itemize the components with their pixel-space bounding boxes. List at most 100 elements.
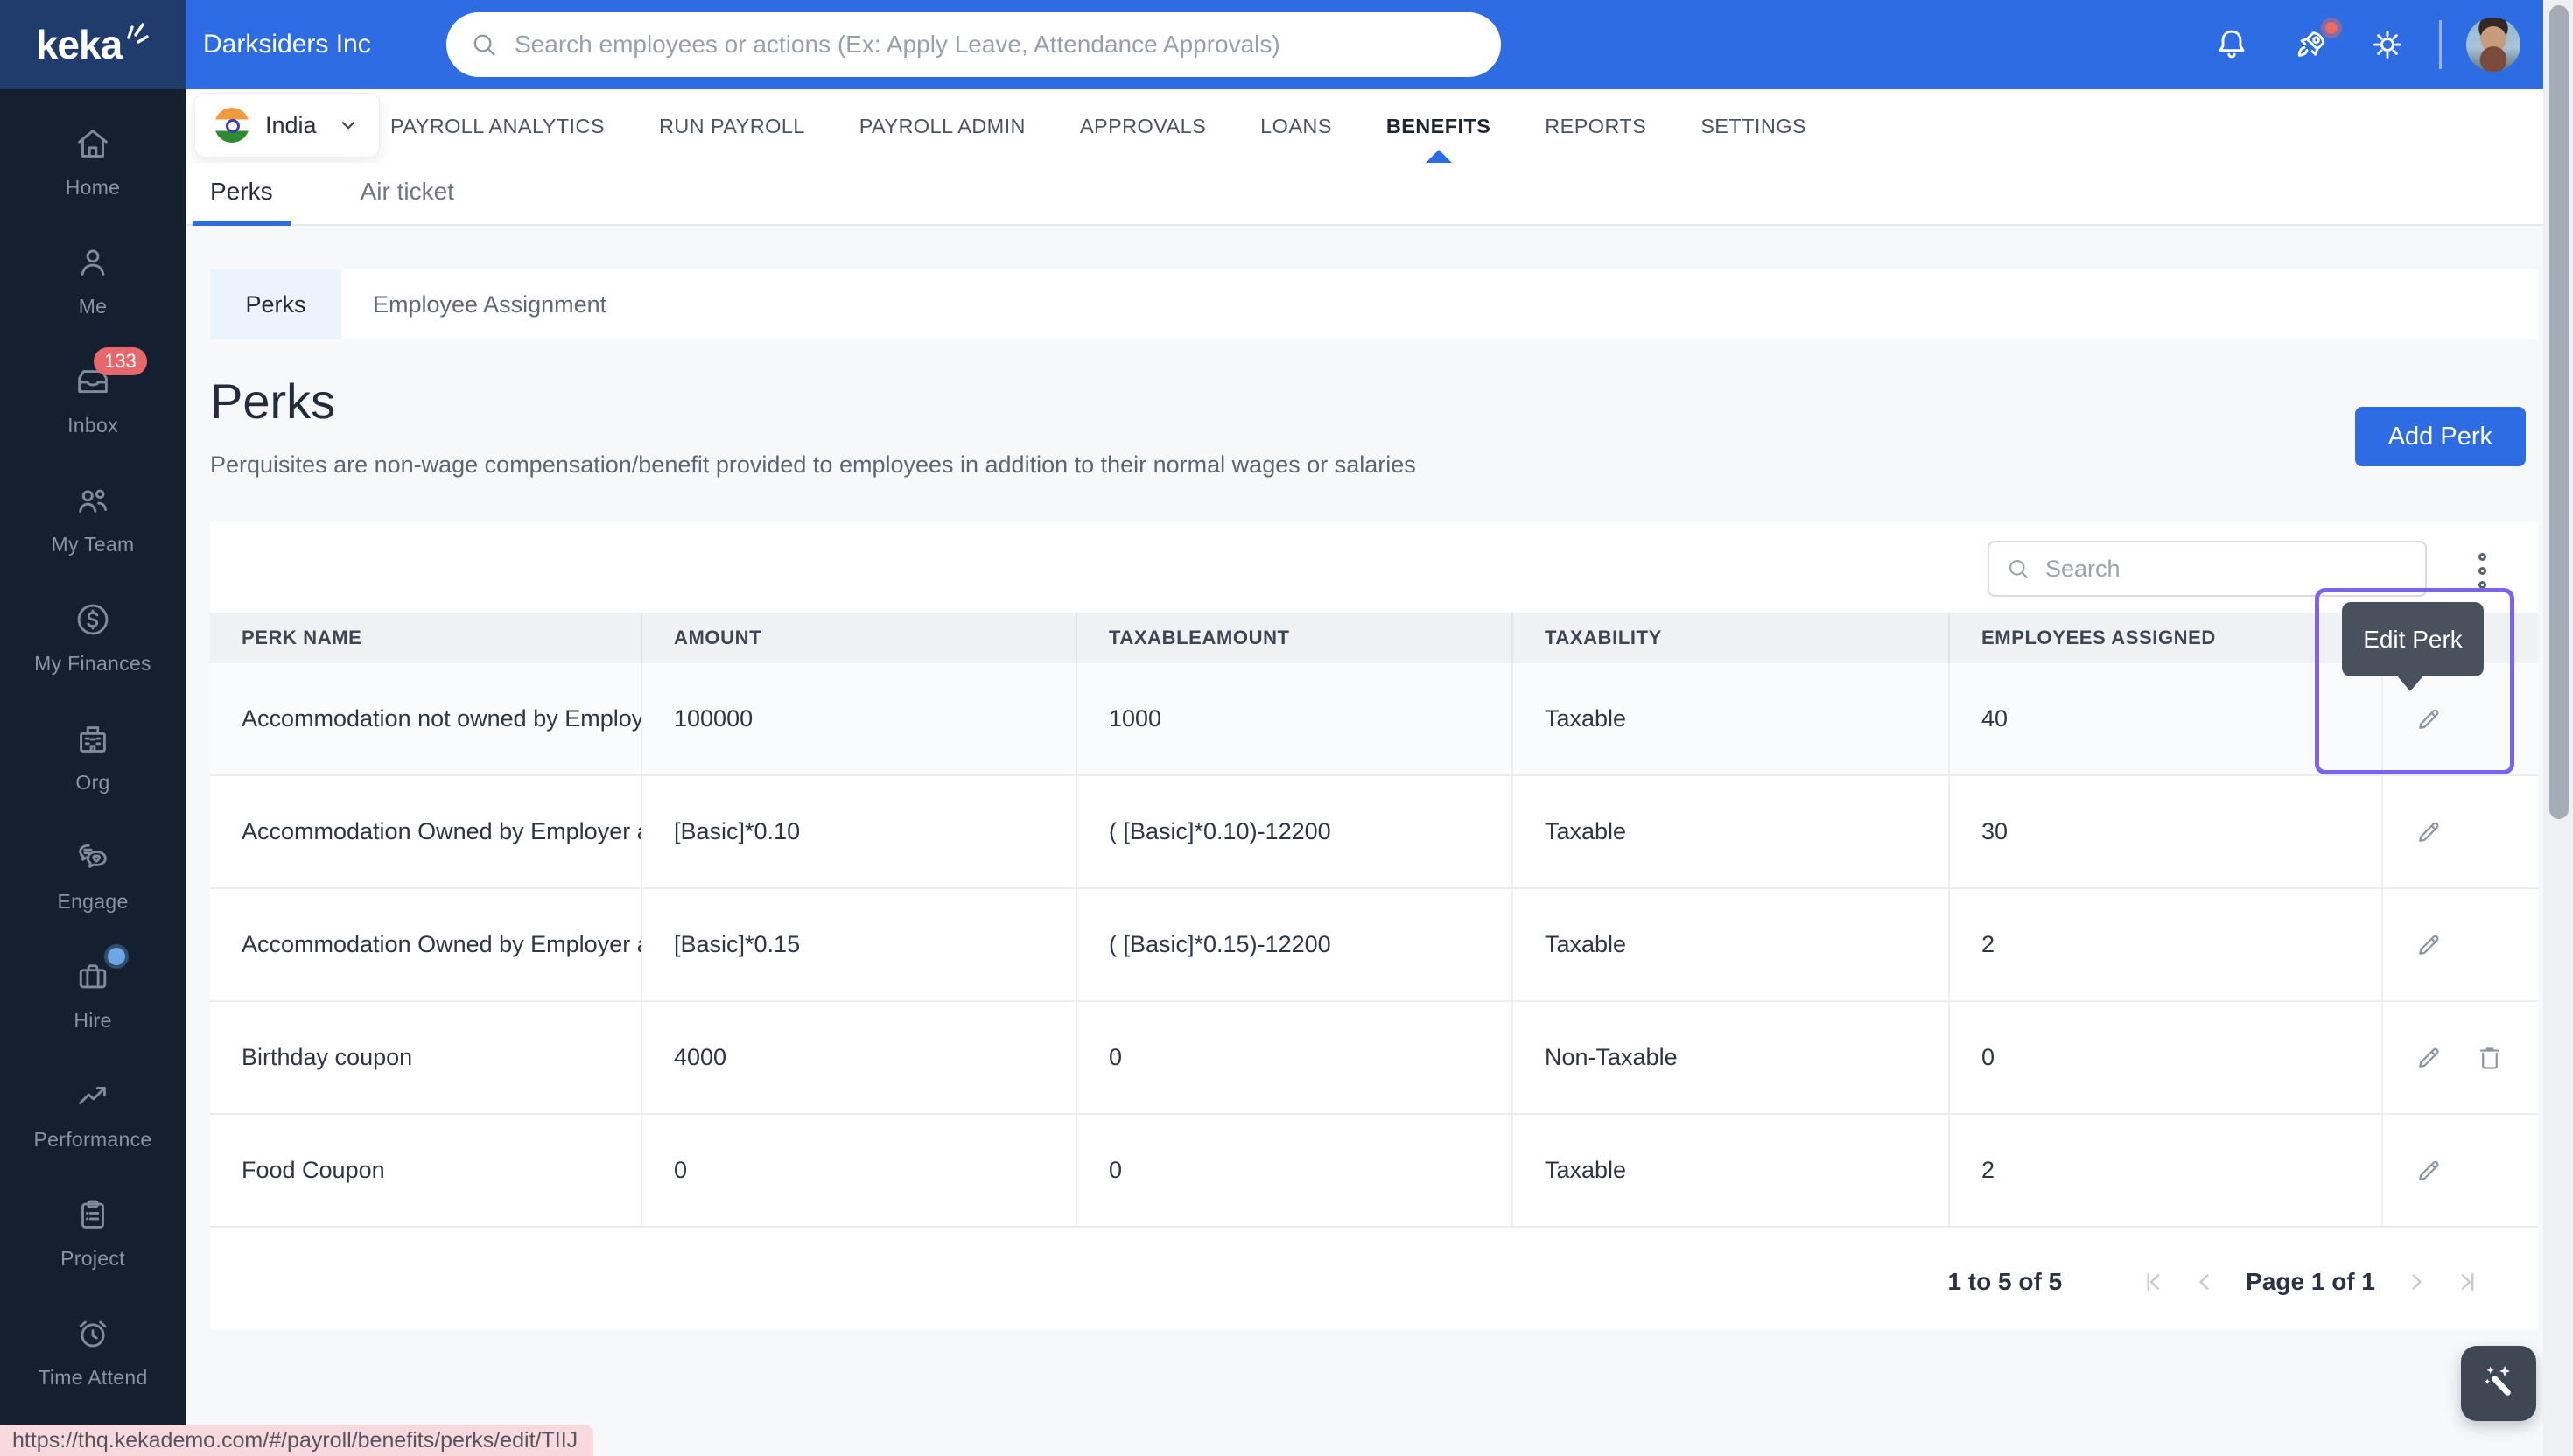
sidebar-item-label: Me: [78, 294, 108, 318]
sidebar-item-org[interactable]: Org: [0, 696, 186, 816]
edit-perk-pencil-icon[interactable]: [2413, 1155, 2444, 1186]
global-search-input[interactable]: [513, 30, 1478, 60]
table-search[interactable]: [1988, 541, 2427, 597]
subtab-band: Perks Air ticket: [186, 163, 2573, 226]
pagination: 1 to 5 of 5 Page 1 of 1: [1947, 1250, 2492, 1314]
bell-icon[interactable]: [2212, 24, 2252, 65]
india-flag-icon: [214, 108, 249, 143]
add-perk-button[interactable]: Add Perk: [2354, 407, 2526, 466]
avatar[interactable]: [2466, 18, 2520, 72]
module-navband: India PAYROLL ANALYTICS RUN PAYROLL PAYROL…: [186, 89, 2573, 163]
sidebar-item-label: Hire: [74, 1008, 112, 1032]
column-header-perk-name[interactable]: PERK NAME: [210, 612, 642, 663]
scrollbar-thumb[interactable]: [2549, 5, 2569, 819]
perk-name-cell: Birthday coupon: [210, 1002, 642, 1113]
nav-item-settings[interactable]: SETTINGS: [1700, 89, 1806, 163]
magic-wand-button[interactable]: [2461, 1346, 2536, 1421]
page-content: Perks Employee Assignment Perks Perquisit…: [186, 226, 2573, 1456]
amount-cell: 4000: [642, 1002, 1077, 1113]
amount-cell: 100000: [642, 663, 1077, 774]
sidebar-item-label: My Finances: [34, 651, 151, 675]
rocket-notification-dot: [2321, 18, 2342, 38]
nav-item-approvals[interactable]: APPROVALS: [1080, 89, 1206, 163]
sidebar-item-my-team[interactable]: My Team: [0, 458, 186, 578]
nav-item-benefits[interactable]: BENEFITS: [1386, 89, 1490, 163]
team-icon: [73, 480, 113, 521]
sidebar-item-home[interactable]: Home: [0, 102, 186, 220]
edit-perk-pencil-icon[interactable]: [2413, 704, 2444, 735]
sidebar-item-label: My Team: [51, 532, 135, 556]
column-header-taxability[interactable]: TAXABILITY: [1513, 612, 1950, 663]
sidebar-item-label: Time Attend: [38, 1365, 148, 1389]
subtab-air-ticket[interactable]: Air ticket: [343, 163, 472, 226]
table-row: Accommodation Owned by Employer an [Basic…: [210, 776, 2538, 889]
sidebar-item-performance[interactable]: Performance: [0, 1054, 186, 1172]
delete-perk-trash-icon[interactable]: [2474, 1042, 2506, 1074]
time-icon: [73, 1313, 113, 1354]
employees-assigned-cell: 30: [1950, 776, 2383, 887]
employees-assigned-cell: 40: [1950, 663, 2383, 774]
inbox-icon: 133: [73, 346, 147, 402]
rocket-icon[interactable]: [2291, 18, 2342, 65]
scrollbar-track[interactable]: [2543, 0, 2573, 1456]
row-actions-cell: [2383, 889, 2538, 1000]
prev-page-icon[interactable]: [2191, 1269, 2218, 1295]
sidebar-item-label: Engage: [57, 889, 129, 913]
home-icon: [73, 123, 113, 164]
edit-perk-pencil-icon[interactable]: [2413, 1042, 2444, 1074]
perks-table: PERK NAME AMOUNT TAXABLEAMOUNT TAXABILITY EM…: [210, 612, 2538, 1228]
taxability-cell: Taxable: [1513, 1115, 1950, 1226]
employees-assigned-cell: 0: [1950, 1002, 2383, 1113]
subtab-perks[interactable]: Perks: [193, 163, 291, 226]
sidebar-item-label: Project: [60, 1246, 125, 1270]
edit-perk-pencil-icon[interactable]: [2413, 929, 2444, 961]
header-divider: [2439, 20, 2442, 69]
org-icon: [73, 718, 113, 759]
module-nav-items: PAYROLL ANALYTICS RUN PAYROLL PAYROLL ADMI…: [390, 89, 1806, 163]
pagination-range: 1 to 5 of 5: [1947, 1268, 2063, 1295]
inbox-badge: 133: [94, 346, 147, 375]
sidebar-item-project[interactable]: Project: [0, 1172, 186, 1292]
taxability-cell: Taxable: [1513, 663, 1950, 774]
table-search-input[interactable]: [2044, 554, 2409, 584]
nav-item-loans[interactable]: LOANS: [1260, 89, 1332, 163]
sidebar: Home Me 133 Inbox My Team My Finances Org Engag…: [0, 89, 186, 1456]
amount-cell: [Basic]*0.10: [642, 776, 1077, 887]
nav-item-reports[interactable]: REPORTS: [1545, 89, 1646, 163]
next-page-icon[interactable]: [2403, 1269, 2429, 1295]
edit-perk-tooltip-arrow: [2396, 675, 2424, 691]
sidebar-item-engage[interactable]: Engage: [0, 816, 186, 934]
gear-icon[interactable]: [2367, 24, 2408, 65]
sidebar-item-hire[interactable]: Hire: [0, 934, 186, 1054]
table-options-kebab-icon[interactable]: [2461, 548, 2503, 593]
card-tab-perks[interactable]: Perks: [210, 270, 341, 340]
card-tab-employee-assignment[interactable]: Employee Assignment: [341, 270, 638, 340]
edit-perk-tooltip: Edit Perk: [2342, 602, 2484, 676]
pagination-page: Page 1 of 1: [2246, 1268, 2375, 1295]
sidebar-item-label: Org: [75, 770, 110, 794]
nav-item-run-payroll[interactable]: RUN PAYROLL: [659, 89, 805, 163]
magic-wand-icon: [2485, 1365, 2511, 1396]
keka-logo[interactable]: keka: [0, 0, 186, 89]
taxability-cell: Taxable: [1513, 889, 1950, 1000]
nav-item-payroll-analytics[interactable]: PAYROLL ANALYTICS: [390, 89, 605, 163]
sidebar-item-me[interactable]: Me: [0, 220, 186, 340]
perk-name-cell: Accommodation not owned by Employe: [210, 663, 642, 774]
perk-name-cell: Accommodation Owned by Employer an: [210, 889, 642, 1000]
sidebar-item-time-attend[interactable]: Time Attend: [0, 1292, 186, 1410]
global-search[interactable]: [446, 12, 1501, 77]
legal-entity-selector[interactable]: India: [194, 93, 380, 158]
nav-item-payroll-admin[interactable]: PAYROLL ADMIN: [859, 89, 1026, 163]
amount-cell: [Basic]*0.15: [642, 889, 1077, 1000]
engage-icon: [73, 837, 113, 878]
column-header-employees-assigned[interactable]: EMPLOYEES ASSIGNED: [1950, 612, 2383, 663]
sidebar-item-my-finances[interactable]: My Finances: [0, 578, 186, 696]
column-header-taxableamount[interactable]: TAXABLEAMOUNT: [1077, 612, 1513, 663]
edit-perk-pencil-icon[interactable]: [2413, 816, 2444, 848]
first-page-icon[interactable]: [2141, 1269, 2167, 1295]
last-page-icon[interactable]: [2454, 1269, 2480, 1295]
top-header: keka Darksiders Inc: [0, 0, 2573, 89]
sidebar-item-inbox[interactable]: 133 Inbox: [0, 340, 186, 458]
search-icon: [473, 34, 495, 56]
column-header-amount[interactable]: AMOUNT: [642, 612, 1077, 663]
